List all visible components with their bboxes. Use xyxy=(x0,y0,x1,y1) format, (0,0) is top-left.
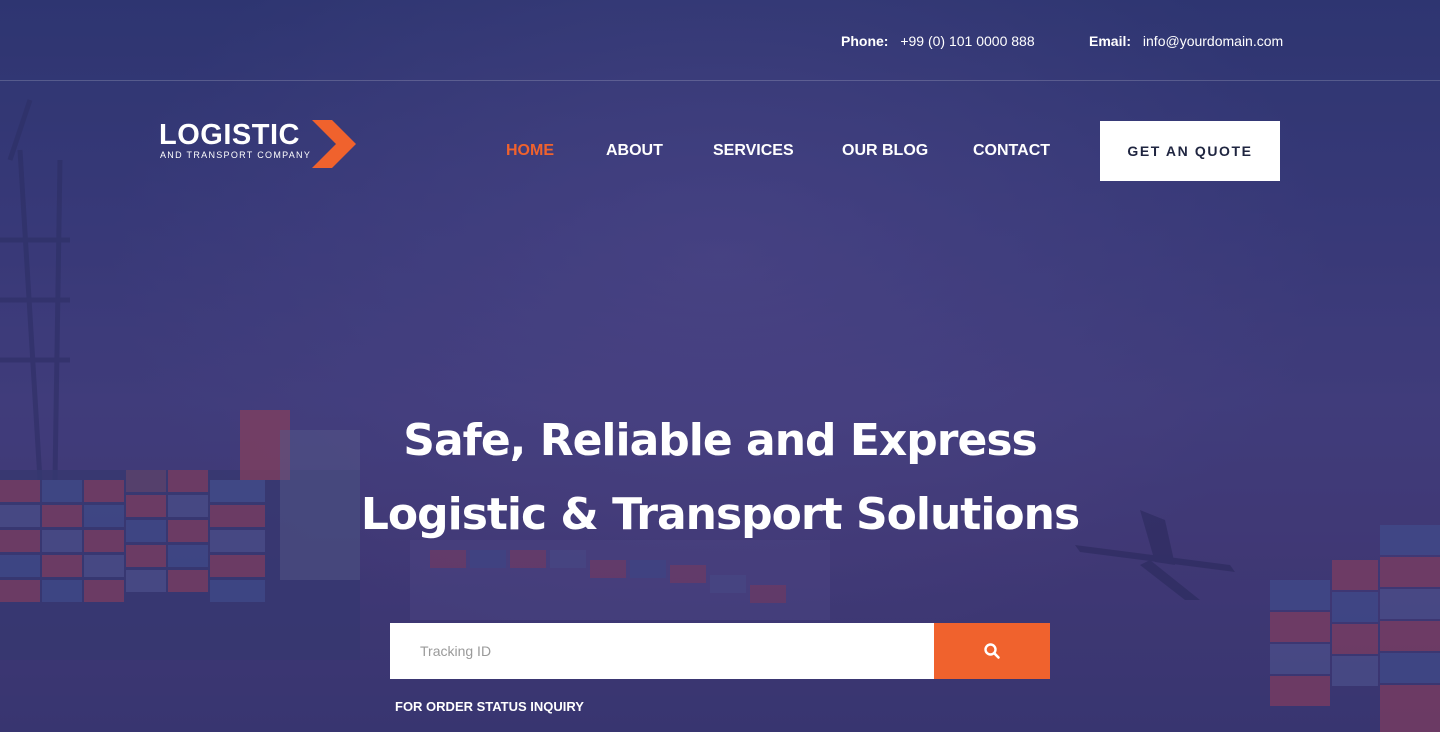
logo-tagline: AND TRANSPORT COMPANY xyxy=(160,150,312,160)
top-contact-bar: Phone: +99 (0) 101 0000 888 Email: info@… xyxy=(0,0,1440,81)
phone-contact: Phone: +99 (0) 101 0000 888 xyxy=(841,33,1035,49)
logo-wordmark: LOGISTIC xyxy=(159,119,300,151)
tracking-search-button[interactable] xyxy=(934,623,1050,679)
get-quote-button[interactable]: GET AN QUOTE xyxy=(1100,121,1280,181)
phone-label: Phone: xyxy=(841,33,889,49)
tracking-form xyxy=(390,623,1050,679)
order-status-caption: FOR ORDER STATUS INQUIRY xyxy=(395,699,584,714)
hero-headline-line2: Logistic & Transport Solutions xyxy=(360,489,1080,540)
nav-contact[interactable]: CONTACT xyxy=(973,142,1050,160)
tracking-id-input[interactable] xyxy=(390,623,934,679)
nav-about[interactable]: ABOUT xyxy=(606,142,663,160)
hero-headline-line1: Safe, Reliable and Express xyxy=(403,415,1037,466)
site-logo[interactable]: LOGISTIC AND TRANSPORT COMPANY xyxy=(159,119,359,169)
search-icon xyxy=(984,643,1000,659)
email-value[interactable]: info@yourdomain.com xyxy=(1143,33,1283,49)
nav-home[interactable]: HOME xyxy=(506,142,554,160)
nav-services[interactable]: SERVICES xyxy=(713,142,794,160)
nav-our-blog[interactable]: OUR BLOG xyxy=(842,142,928,160)
email-label: Email: xyxy=(1089,33,1132,49)
email-contact: Email: info@yourdomain.com xyxy=(1089,33,1283,49)
logo-arrow-icon xyxy=(312,120,356,168)
hero-headline: Safe, Reliable and Express Logistic & Tr… xyxy=(0,404,1440,552)
phone-value[interactable]: +99 (0) 101 0000 888 xyxy=(900,33,1034,49)
